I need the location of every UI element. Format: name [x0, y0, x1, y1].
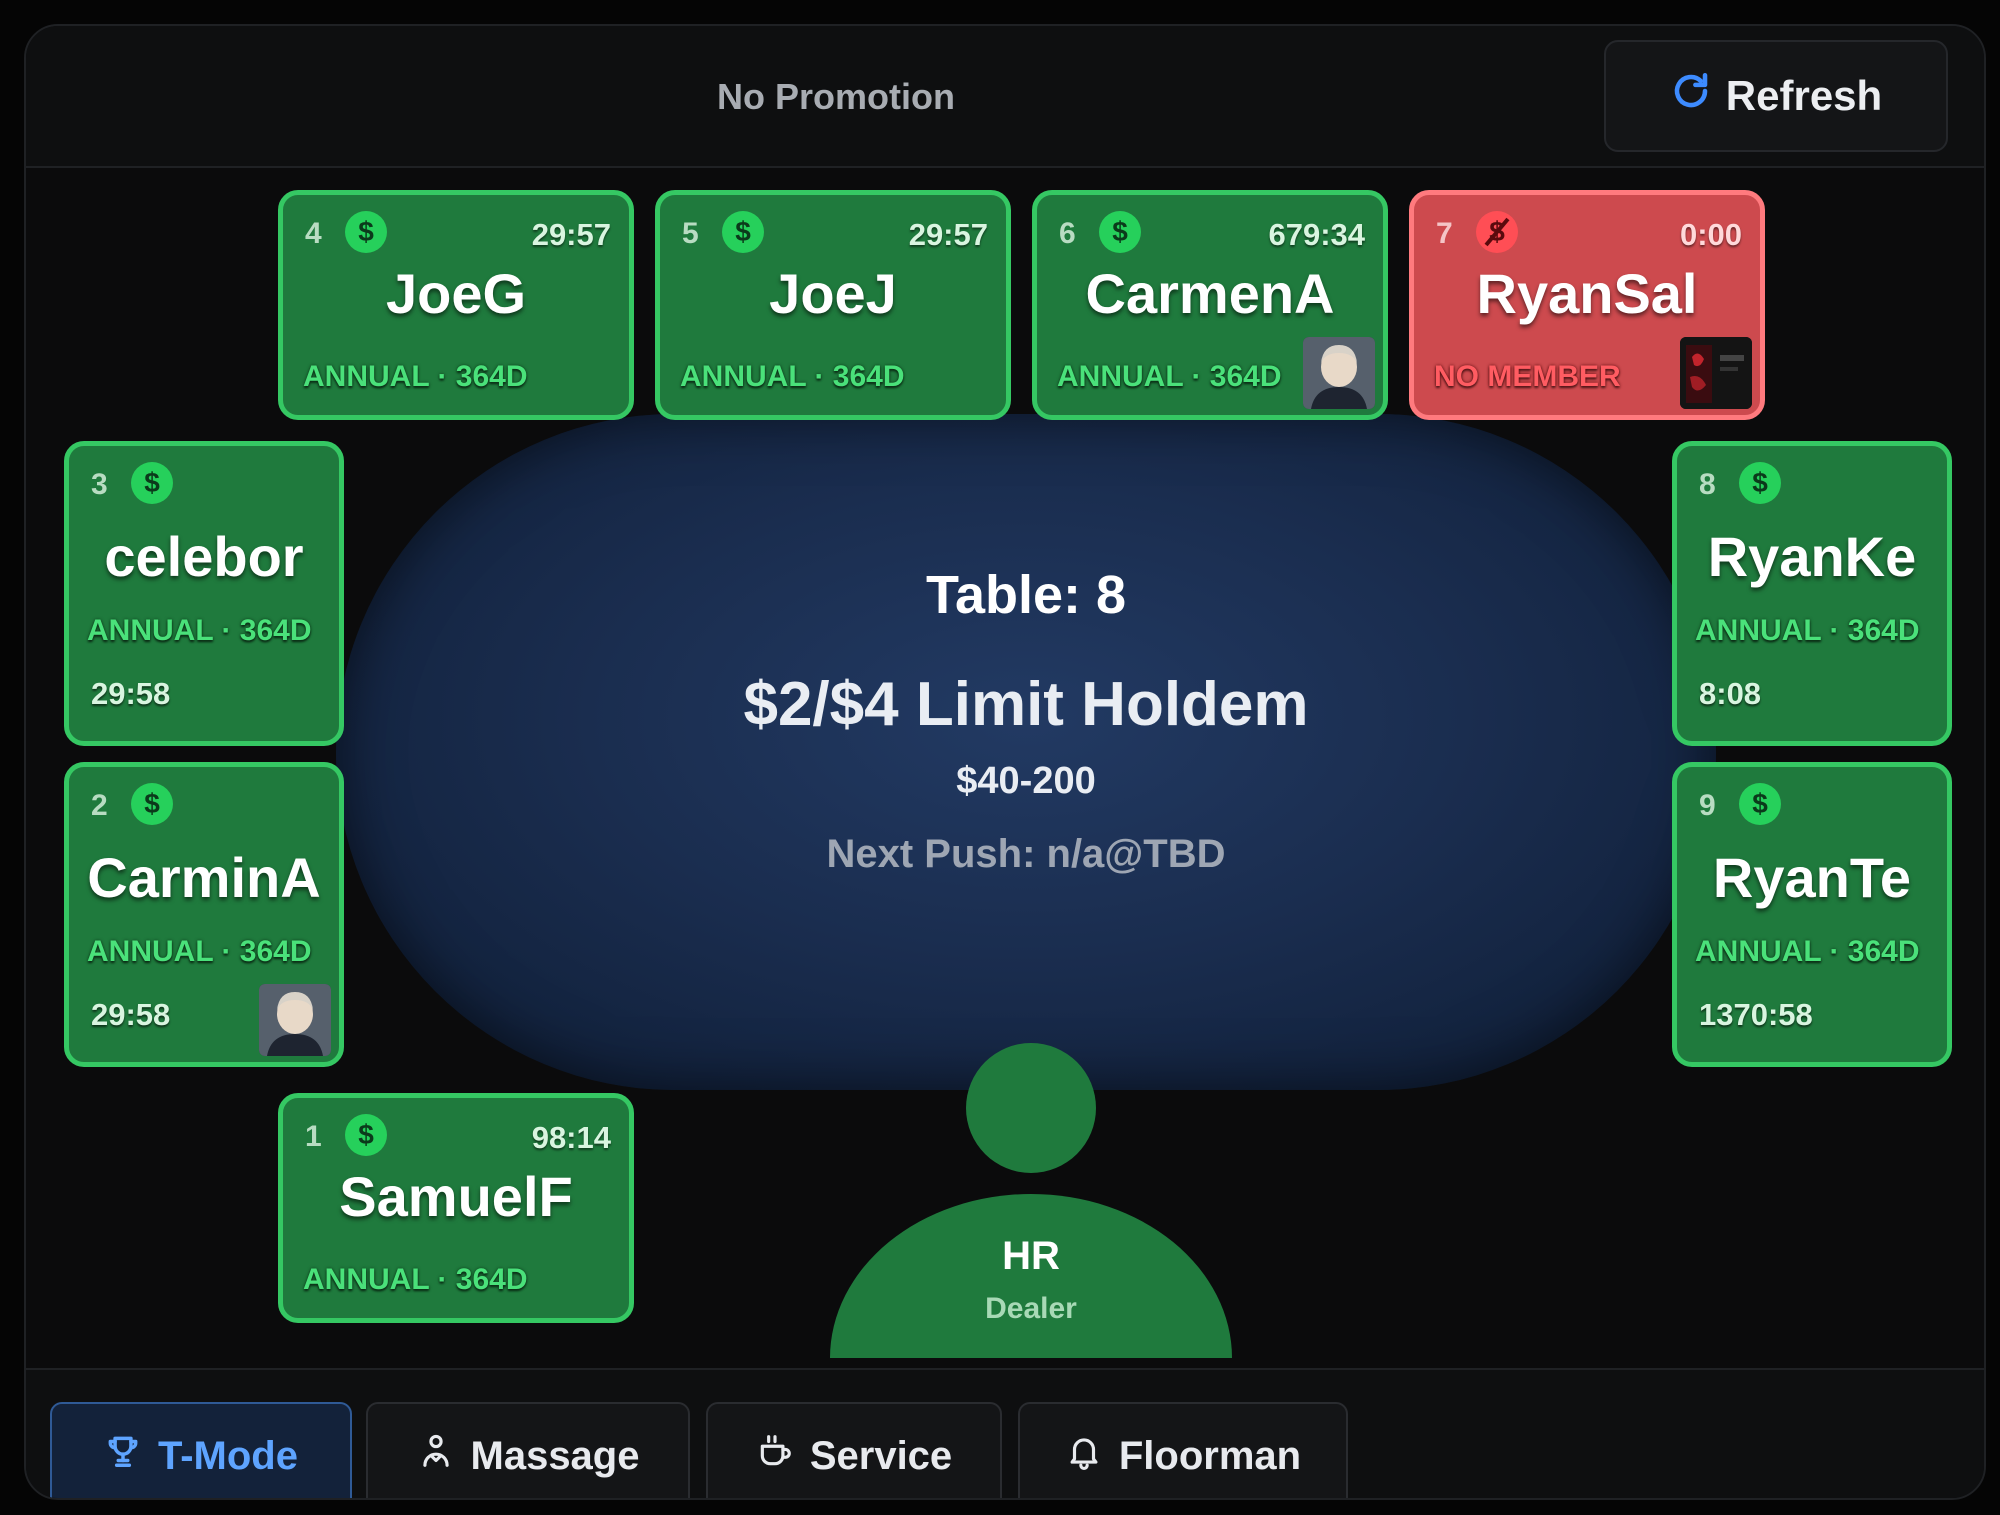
- paid-dollar-icon: $: [1739, 462, 1781, 504]
- membership-status: ANNUAL · 364D: [1695, 935, 1920, 968]
- seat-number: 1: [305, 1120, 322, 1153]
- player-name: SamuelF: [339, 1165, 573, 1228]
- dealer-role: Dealer: [985, 1292, 1077, 1325]
- paid-dollar-icon: $: [722, 211, 764, 253]
- seat-timer: 679:34: [1268, 217, 1365, 252]
- floorman-button[interactable]: Floorman: [1018, 1402, 1348, 1498]
- game-type: $2/$4 Limit Holdem: [743, 670, 1309, 739]
- header-bar: No Promotion Refresh: [26, 26, 1984, 168]
- floorman-label: Floorman: [1118, 1433, 1302, 1478]
- service-label: Service: [809, 1433, 953, 1478]
- paid-dollar-icon: $: [345, 1114, 387, 1156]
- dealer-seat[interactable]: HR Dealer: [830, 1194, 1232, 1358]
- dealer-head: [966, 1043, 1096, 1173]
- seat-number: 5: [682, 217, 699, 250]
- membership-status: ANNUAL · 364D: [303, 1263, 528, 1296]
- cup-icon: [756, 1432, 794, 1480]
- next-push: Next Push: n/a@TBD: [826, 832, 1226, 876]
- player-name: CarminA: [87, 846, 321, 909]
- t-mode-label: T-Mode: [158, 1433, 298, 1478]
- seat-timer: 1370:58: [1699, 997, 1813, 1032]
- seat-timer: 29:57: [908, 217, 988, 252]
- seat-timer: 29:57: [531, 217, 611, 252]
- seat-6[interactable]: 6 $ 679:34 CarmenA ANNUAL · 364D: [1032, 190, 1388, 420]
- seat-9[interactable]: 9 $ RyanTe ANNUAL · 364D 1370:58: [1672, 762, 1952, 1067]
- paid-dollar-icon: $: [131, 462, 173, 504]
- player-avatar: [259, 984, 331, 1056]
- seat-number: 2: [91, 789, 108, 822]
- player-name: JoeG: [385, 262, 527, 325]
- membership-status: ANNUAL · 364D: [680, 360, 905, 393]
- player-avatar: [1303, 337, 1375, 409]
- unpaid-dollar-icon: $: [1476, 211, 1518, 253]
- membership-status: ANNUAL · 364D: [1695, 614, 1920, 647]
- seat-timer: 29:58: [91, 676, 171, 711]
- footer-bar: T-Mode Massage Service Floorman: [26, 1368, 1984, 1498]
- seat-number: 7: [1436, 217, 1453, 250]
- seat-timer: 29:58: [91, 997, 171, 1032]
- seat-1[interactable]: 1 $ 98:14 SamuelF ANNUAL · 364D: [278, 1093, 634, 1323]
- paid-dollar-icon: $: [1739, 783, 1781, 825]
- membership-status: ANNUAL · 364D: [1057, 360, 1282, 393]
- table-number: Table: 8: [925, 565, 1127, 625]
- seat-number: 8: [1699, 468, 1716, 501]
- player-name: RyanTe: [1712, 846, 1912, 909]
- seat-5[interactable]: 5 $ 29:57 JoeJ ANNUAL · 364D: [655, 190, 1011, 420]
- seat-4[interactable]: 4 $ 29:57 JoeG ANNUAL · 364D: [278, 190, 634, 420]
- seat-2[interactable]: 2 $ CarminA ANNUAL · 364D 29:58: [64, 762, 344, 1067]
- seat-timer: 98:14: [531, 1120, 611, 1155]
- player-name: JoeJ: [769, 262, 897, 325]
- paid-dollar-icon: $: [131, 783, 173, 825]
- poker-table: Table: 8 $2/$4 Limit Holdem $40-200 Next…: [336, 414, 1716, 1090]
- player-avatar: [1680, 337, 1752, 409]
- dealer-initials: HR: [1002, 1234, 1060, 1278]
- app-window: No Promotion Refresh Table: 8 $2/$4 Limi…: [24, 24, 1986, 1500]
- paid-dollar-icon: $: [345, 211, 387, 253]
- seat-timer: 8:08: [1699, 676, 1762, 711]
- seat-number: 6: [1059, 217, 1076, 250]
- membership-status: ANNUAL · 364D: [303, 360, 528, 393]
- seat-7[interactable]: 7 $ 0:00 RyanSal NO MEMBER: [1409, 190, 1765, 420]
- seat-number: 3: [91, 468, 108, 501]
- trophy-icon: [104, 1432, 142, 1480]
- buyin-range: $40-200: [956, 760, 1096, 802]
- seat-number: 4: [305, 217, 322, 250]
- bell-icon: [1065, 1432, 1103, 1480]
- t-mode-button[interactable]: T-Mode: [50, 1402, 352, 1498]
- refresh-label: Refresh: [1725, 72, 1883, 119]
- refresh-button[interactable]: Refresh: [1604, 40, 1948, 152]
- refresh-icon: [1670, 70, 1712, 122]
- seat-3[interactable]: 3 $ celebor ANNUAL · 364D 29:58: [64, 441, 344, 746]
- player-name: RyanSal: [1476, 262, 1698, 325]
- player-name: RyanKe: [1707, 525, 1917, 588]
- seat-timer: 0:00: [1679, 217, 1742, 252]
- player-name: CarmenA: [1085, 262, 1335, 325]
- membership-status: NO MEMBER: [1434, 360, 1621, 393]
- membership-status: ANNUAL · 364D: [87, 614, 312, 647]
- massage-button[interactable]: Massage: [366, 1402, 690, 1498]
- seat-number: 9: [1699, 789, 1716, 822]
- seat-8[interactable]: 8 $ RyanKe ANNUAL · 364D 8:08: [1672, 441, 1952, 746]
- promotion-label: No Promotion: [717, 76, 955, 117]
- player-name: celebor: [104, 525, 304, 588]
- person-icon: [417, 1432, 455, 1480]
- paid-dollar-icon: $: [1099, 211, 1141, 253]
- service-button[interactable]: Service: [706, 1402, 1002, 1498]
- massage-label: Massage: [470, 1433, 640, 1478]
- membership-status: ANNUAL · 364D: [87, 935, 312, 968]
